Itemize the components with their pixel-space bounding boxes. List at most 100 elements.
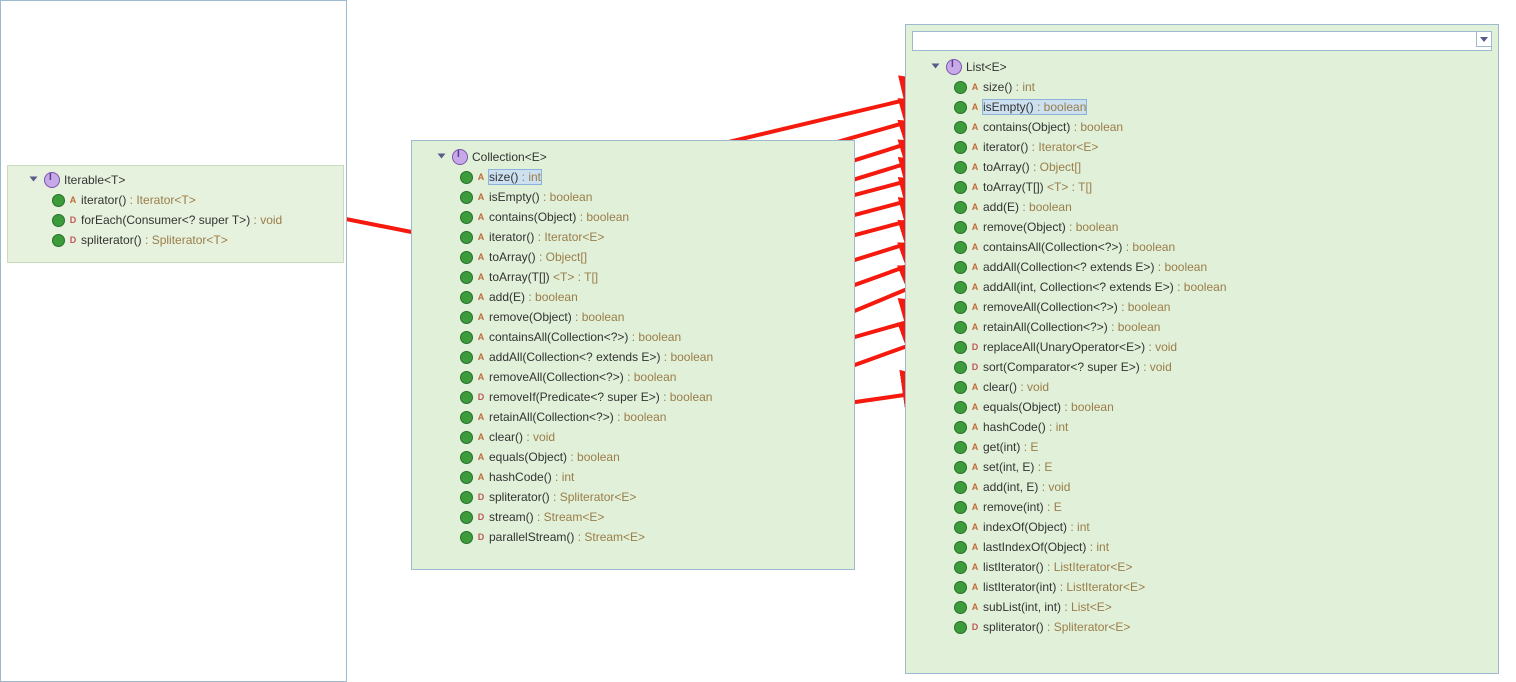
abstract-marker-icon — [970, 281, 980, 293]
method-signature: toArray(T[]) <T> : T[] — [489, 270, 598, 284]
method-signature: addAll(Collection<? extends E>) : boolea… — [489, 350, 713, 364]
method-row[interactable]: addAll(Collection<? extends E>) : boolea… — [910, 257, 1494, 277]
method-signature: clear() : void — [489, 430, 555, 444]
method-row[interactable]: listIterator() : ListIterator<E> — [910, 557, 1494, 577]
method-row[interactable]: hashCode() : int — [416, 467, 850, 487]
default-marker-icon — [68, 234, 78, 246]
dropdown-icon[interactable] — [1476, 31, 1492, 47]
method-row[interactable]: replaceAll(UnaryOperator<E>) : void — [910, 337, 1494, 357]
chevron-down-icon[interactable] — [438, 152, 449, 163]
abstract-marker-icon — [970, 101, 980, 113]
method-row[interactable]: remove(Object) : boolean — [910, 217, 1494, 237]
method-row[interactable]: get(int) : E — [910, 437, 1494, 457]
type-name: Collection<E> — [472, 150, 547, 164]
method-signature: add(E) : boolean — [983, 200, 1072, 214]
method-row[interactable]: retainAll(Collection<?>) : boolean — [910, 317, 1494, 337]
method-row[interactable]: isEmpty() : boolean — [910, 97, 1494, 117]
method-row[interactable]: equals(Object) : boolean — [910, 397, 1494, 417]
method-signature: parallelStream() : Stream<E> — [489, 530, 645, 544]
method-return-type: : void — [1017, 380, 1049, 394]
method-name: clear() — [983, 380, 1017, 394]
method-row[interactable]: indexOf(Object) : int — [910, 517, 1494, 537]
method-row[interactable]: removeIf(Predicate<? super E>) : boolean — [416, 387, 850, 407]
method-row[interactable]: iterator() : Iterator<E> — [416, 227, 850, 247]
method-return-type: : boolean — [525, 290, 578, 304]
method-signature: retainAll(Collection<?>) : boolean — [489, 410, 666, 424]
method-icon — [954, 101, 967, 114]
method-name: hashCode() — [983, 420, 1046, 434]
abstract-marker-icon — [970, 461, 980, 473]
method-row[interactable]: lastIndexOf(Object) : int — [910, 537, 1494, 557]
method-row[interactable]: listIterator(int) : ListIterator<E> — [910, 577, 1494, 597]
method-signature: remove(Object) : boolean — [983, 220, 1118, 234]
method-name: addAll(Collection<? extends E>) — [983, 260, 1154, 274]
method-return-type: : List<E> — [1061, 600, 1112, 614]
method-icon — [52, 214, 65, 227]
method-icon — [954, 221, 967, 234]
method-row[interactable]: sort(Comparator<? super E>) : void — [910, 357, 1494, 377]
method-row[interactable]: equals(Object) : boolean — [416, 447, 850, 467]
method-row[interactable]: clear() : void — [416, 427, 850, 447]
type-row[interactable]: Iterable<T> — [8, 170, 343, 190]
method-name: size() — [489, 170, 518, 184]
method-row[interactable]: parallelStream() : Stream<E> — [416, 527, 850, 547]
method-row[interactable]: contains(Object) : boolean — [416, 207, 850, 227]
filter-input[interactable] — [912, 31, 1492, 51]
method-row[interactable]: containsAll(Collection<?>) : boolean — [416, 327, 850, 347]
method-return-type: : Stream<E> — [574, 530, 645, 544]
method-row[interactable]: spliterator() : Spliterator<T> — [8, 230, 343, 250]
method-name: sort(Comparator<? super E>) — [983, 360, 1140, 374]
method-row[interactable]: stream() : Stream<E> — [416, 507, 850, 527]
method-name: iterator() — [983, 140, 1028, 154]
method-row[interactable]: removeAll(Collection<?>) : boolean — [416, 367, 850, 387]
method-return-type: : boolean — [1066, 220, 1119, 234]
abstract-marker-icon — [970, 241, 980, 253]
method-row[interactable]: spliterator() : Spliterator<E> — [416, 487, 850, 507]
method-row[interactable]: remove(Object) : boolean — [416, 307, 850, 327]
type-row[interactable]: Collection<E> — [416, 147, 850, 167]
method-row[interactable]: toArray() : Object[] — [910, 157, 1494, 177]
method-row[interactable]: retainAll(Collection<?>) : boolean — [416, 407, 850, 427]
outline-iterable: Iterable<T> iterator() : Iterator<T>forE… — [7, 165, 344, 263]
method-row[interactable]: toArray(T[]) <T> : T[] — [910, 177, 1494, 197]
method-icon — [954, 361, 967, 374]
method-row[interactable]: toArray() : Object[] — [416, 247, 850, 267]
abstract-marker-icon — [970, 221, 980, 233]
method-row[interactable]: contains(Object) : boolean — [910, 117, 1494, 137]
method-name: remove(Object) — [489, 310, 572, 324]
method-row[interactable]: containsAll(Collection<?>) : boolean — [910, 237, 1494, 257]
method-row[interactable]: add(int, E) : void — [910, 477, 1494, 497]
method-row[interactable]: isEmpty() : boolean — [416, 187, 850, 207]
interface-icon — [452, 149, 468, 165]
method-row[interactable]: addAll(Collection<? extends E>) : boolea… — [416, 347, 850, 367]
method-row[interactable]: set(int, E) : E — [910, 457, 1494, 477]
method-name: get(int) — [983, 440, 1020, 454]
method-name: toArray() — [489, 250, 536, 264]
method-row[interactable]: toArray(T[]) <T> : T[] — [416, 267, 850, 287]
type-row[interactable]: List<E> — [910, 57, 1494, 77]
method-row[interactable]: spliterator() : Spliterator<E> — [910, 617, 1494, 637]
method-signature: isEmpty() : boolean — [489, 190, 592, 204]
method-row[interactable]: hashCode() : int — [910, 417, 1494, 437]
method-row[interactable]: clear() : void — [910, 377, 1494, 397]
method-return-type: : boolean — [614, 410, 667, 424]
method-signature: equals(Object) : boolean — [983, 400, 1114, 414]
method-row[interactable]: remove(int) : E — [910, 497, 1494, 517]
abstract-marker-icon — [68, 194, 78, 206]
method-row[interactable]: add(E) : boolean — [910, 197, 1494, 217]
method-row[interactable]: iterator() : Iterator<E> — [910, 137, 1494, 157]
method-icon — [460, 251, 473, 264]
method-name: retainAll(Collection<?>) — [489, 410, 614, 424]
method-row[interactable]: iterator() : Iterator<T> — [8, 190, 343, 210]
method-row[interactable]: removeAll(Collection<?>) : boolean — [910, 297, 1494, 317]
method-row[interactable]: size() : int — [416, 167, 850, 187]
method-row[interactable]: add(E) : boolean — [416, 287, 850, 307]
method-row[interactable]: size() : int — [910, 77, 1494, 97]
method-row[interactable]: subList(int, int) : List<E> — [910, 597, 1494, 617]
method-row[interactable]: forEach(Consumer<? super T>) : void — [8, 210, 343, 230]
method-name: iterator() — [489, 230, 534, 244]
chevron-down-icon[interactable] — [30, 175, 41, 186]
method-return-type: : boolean — [572, 310, 625, 324]
chevron-down-icon[interactable] — [932, 62, 943, 73]
method-row[interactable]: addAll(int, Collection<? extends E>) : b… — [910, 277, 1494, 297]
